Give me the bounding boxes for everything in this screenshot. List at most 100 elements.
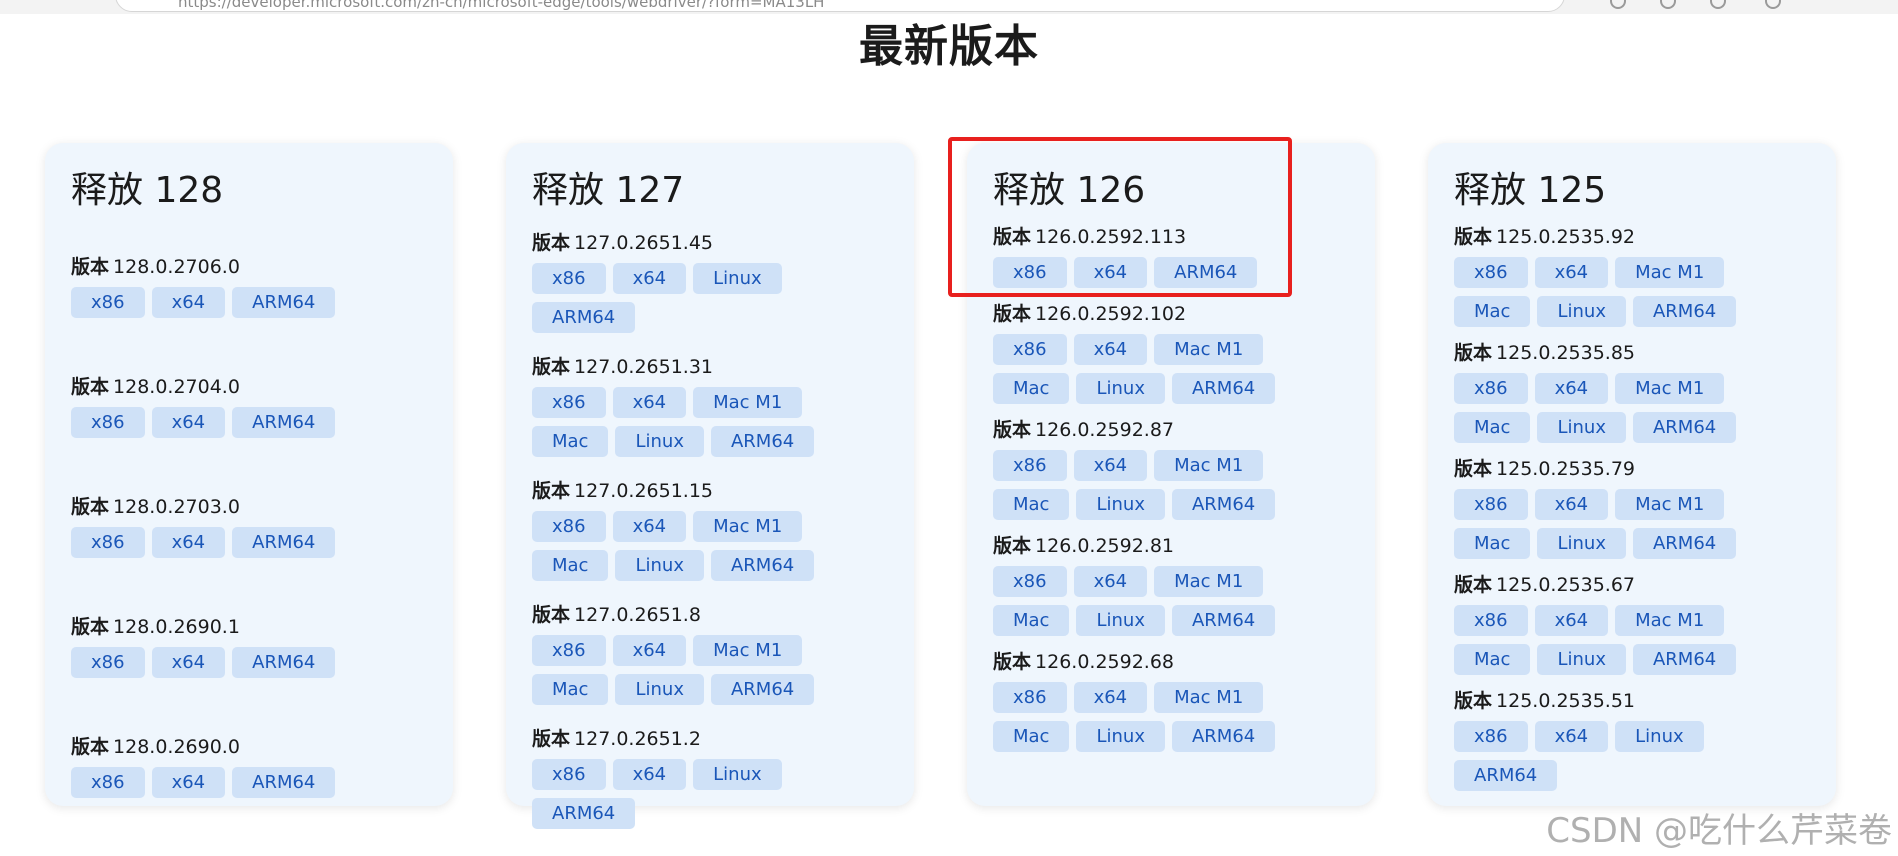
download-link-linux[interactable]: Linux (615, 426, 704, 457)
download-link-mac[interactable]: Mac (993, 721, 1070, 752)
download-link-x64[interactable]: x64 (1534, 721, 1609, 752)
download-link-x64[interactable]: x64 (1073, 566, 1148, 597)
download-link-arm64[interactable]: ARM64 (532, 302, 636, 333)
download-link-x86[interactable]: x86 (532, 635, 606, 666)
download-link-arm64[interactable]: ARM64 (710, 550, 815, 581)
download-link-arm64[interactable]: ARM64 (232, 647, 336, 678)
download-link-arm64[interactable]: ARM64 (1171, 721, 1276, 752)
download-link-mac[interactable]: Mac (1454, 644, 1531, 675)
download-link-arm64[interactable]: ARM64 (1171, 605, 1276, 636)
download-link-mac[interactable]: Mac (532, 550, 609, 581)
download-link-x86[interactable]: x86 (532, 387, 606, 418)
download-link-linux[interactable]: Linux (1076, 721, 1165, 752)
download-link-x64[interactable]: x64 (1073, 682, 1148, 713)
download-link-x64[interactable]: x64 (151, 407, 226, 438)
download-link-x86[interactable]: x86 (532, 511, 606, 542)
download-link-x86[interactable]: x86 (1454, 373, 1528, 404)
download-link-x86[interactable]: x86 (993, 257, 1067, 288)
download-link-arm64[interactable]: ARM64 (232, 407, 336, 438)
download-link-x64[interactable]: x64 (1073, 257, 1148, 288)
download-link-x64[interactable]: x64 (151, 647, 226, 678)
download-link-mac[interactable]: Mac (993, 373, 1070, 404)
download-link-x86[interactable]: x86 (1454, 721, 1528, 752)
download-link-mac[interactable]: Mac (1454, 296, 1531, 327)
download-link-x86[interactable]: x86 (71, 287, 145, 318)
download-link-x64[interactable]: x64 (1073, 450, 1148, 481)
download-link-x64[interactable]: x64 (612, 759, 687, 790)
download-link-mac[interactable]: Mac (1454, 528, 1531, 559)
download-link-arm64[interactable]: ARM64 (1632, 528, 1737, 559)
download-link-linux[interactable]: Linux (1076, 605, 1165, 636)
download-link-mac-m1[interactable]: Mac M1 (693, 387, 803, 418)
download-link-linux[interactable]: Linux (1537, 296, 1626, 327)
download-link-mac[interactable]: Mac (993, 489, 1070, 520)
download-link-arm64[interactable]: ARM64 (1171, 489, 1276, 520)
download-link-mac-m1[interactable]: Mac M1 (1154, 334, 1264, 365)
download-link-mac-m1[interactable]: Mac M1 (1154, 566, 1264, 597)
download-link-mac-m1[interactable]: Mac M1 (1615, 489, 1725, 520)
favorites-icon[interactable] (1660, 0, 1676, 9)
download-link-x86[interactable]: x86 (71, 647, 145, 678)
download-link-x86[interactable]: x86 (993, 682, 1067, 713)
download-link-mac-m1[interactable]: Mac M1 (693, 511, 803, 542)
download-link-x86[interactable]: x86 (993, 334, 1067, 365)
download-link-linux[interactable]: Linux (693, 759, 782, 790)
download-link-x86[interactable]: x86 (532, 759, 606, 790)
download-link-x64[interactable]: x64 (1073, 334, 1148, 365)
extensions-icon[interactable] (1610, 0, 1626, 9)
download-link-x86[interactable]: x86 (71, 527, 145, 558)
download-link-x86[interactable]: x86 (71, 407, 145, 438)
download-link-arm64[interactable]: ARM64 (1154, 257, 1258, 288)
collections-icon[interactable] (1710, 0, 1726, 9)
download-link-x86[interactable]: x86 (993, 566, 1067, 597)
download-link-mac-m1[interactable]: Mac M1 (1615, 605, 1725, 636)
download-link-x86[interactable]: x86 (532, 263, 606, 294)
download-link-x64[interactable]: x64 (151, 527, 226, 558)
download-link-arm64[interactable]: ARM64 (710, 674, 815, 705)
download-link-mac[interactable]: Mac (1454, 412, 1531, 443)
download-link-arm64[interactable]: ARM64 (1454, 760, 1558, 791)
download-link-x86[interactable]: x86 (993, 450, 1067, 481)
download-link-x64[interactable]: x64 (612, 387, 687, 418)
download-link-arm64[interactable]: ARM64 (232, 767, 336, 798)
download-link-mac-m1[interactable]: Mac M1 (1154, 682, 1264, 713)
download-link-linux[interactable]: Linux (1076, 489, 1165, 520)
download-link-linux[interactable]: Linux (1537, 528, 1626, 559)
download-link-linux[interactable]: Linux (693, 263, 782, 294)
download-link-mac-m1[interactable]: Mac M1 (1615, 373, 1725, 404)
download-icon[interactable] (1765, 0, 1781, 9)
download-link-mac-m1[interactable]: Mac M1 (1615, 257, 1725, 288)
download-link-x64[interactable]: x64 (1534, 257, 1609, 288)
download-link-mac[interactable]: Mac (532, 426, 609, 457)
download-link-arm64[interactable]: ARM64 (1632, 644, 1737, 675)
download-link-mac-m1[interactable]: Mac M1 (693, 635, 803, 666)
download-link-arm64[interactable]: ARM64 (232, 287, 336, 318)
download-link-x64[interactable]: x64 (612, 511, 687, 542)
download-link-linux[interactable]: Linux (1537, 644, 1626, 675)
download-link-x64[interactable]: x64 (612, 635, 687, 666)
download-link-arm64[interactable]: ARM64 (1632, 412, 1737, 443)
download-link-x64[interactable]: x64 (1534, 489, 1609, 520)
download-link-x64[interactable]: x64 (151, 767, 226, 798)
download-link-linux[interactable]: Linux (615, 550, 704, 581)
download-link-x86[interactable]: x86 (71, 767, 145, 798)
download-link-x86[interactable]: x86 (1454, 605, 1528, 636)
download-link-x64[interactable]: x64 (1534, 373, 1609, 404)
download-link-x64[interactable]: x64 (151, 287, 226, 318)
download-link-mac[interactable]: Mac (532, 674, 609, 705)
download-link-linux[interactable]: Linux (1615, 721, 1704, 752)
download-link-x64[interactable]: x64 (612, 263, 687, 294)
download-link-x86[interactable]: x86 (1454, 257, 1528, 288)
download-link-arm64[interactable]: ARM64 (232, 527, 336, 558)
download-link-arm64[interactable]: ARM64 (1632, 296, 1737, 327)
download-link-arm64[interactable]: ARM64 (1171, 373, 1276, 404)
download-link-mac[interactable]: Mac (993, 605, 1070, 636)
download-link-x86[interactable]: x86 (1454, 489, 1528, 520)
download-link-x64[interactable]: x64 (1534, 605, 1609, 636)
download-link-linux[interactable]: Linux (1537, 412, 1626, 443)
download-link-arm64[interactable]: ARM64 (710, 426, 815, 457)
download-link-arm64[interactable]: ARM64 (532, 798, 636, 829)
download-link-mac-m1[interactable]: Mac M1 (1154, 450, 1264, 481)
download-link-linux[interactable]: Linux (615, 674, 704, 705)
download-link-linux[interactable]: Linux (1076, 373, 1165, 404)
